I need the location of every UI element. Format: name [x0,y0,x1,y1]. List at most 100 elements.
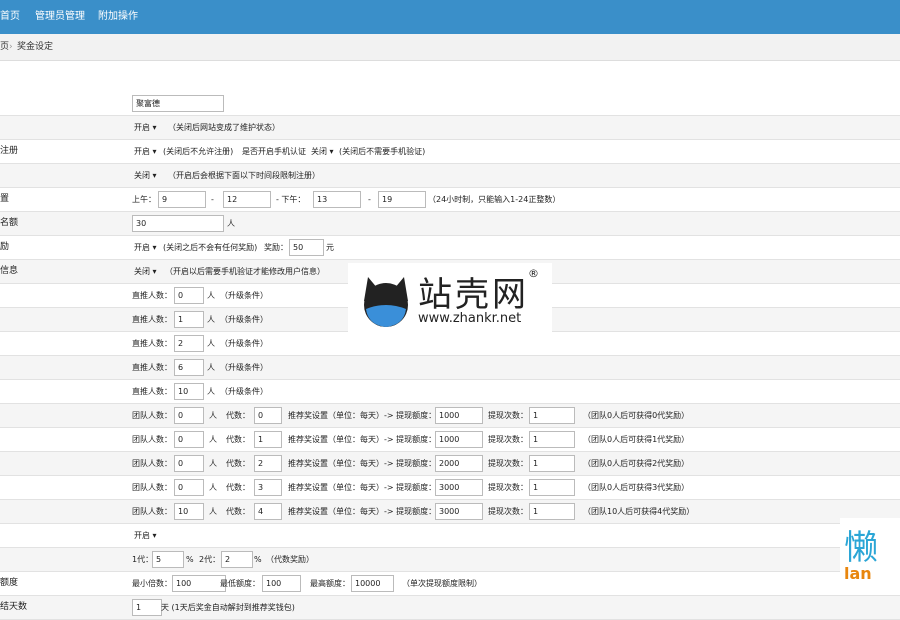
withdraw-times-input[interactable]: 1 [529,407,575,424]
team-label: 团队人数： [132,435,172,444]
generation-input[interactable]: 4 [254,503,282,520]
cat-logo-icon [364,277,408,327]
settings-form: 聚富德 开启 ▾ （关闭后网站变成了维护状态） 注册 开启 ▾ (关闭后不允许注… [0,92,900,620]
gen1-percent: % [186,555,194,564]
watermark-corner: 懒 lan [840,518,900,588]
register-select[interactable]: 开启 ▾ [134,140,157,163]
team-note: （团队10人后可获得4代奖励） [583,507,695,516]
watermark-logo: 站壳网 ® www.zhankr.net [348,263,552,337]
pm-end-input[interactable]: 19 [378,191,426,208]
pm-start-input[interactable]: 13 [313,191,361,208]
team-count-input[interactable]: 0 [174,455,204,472]
withdraw-times-input[interactable]: 1 [529,431,575,448]
row-maintenance: 开启 ▾ （关闭后网站变成了维护状态） [0,116,900,140]
withdraw-amount-input[interactable]: 1000 [435,407,483,424]
direct-label: 直推人数： [132,339,172,348]
breadcrumb: 页 › 奖金设定 [0,34,900,61]
team-count-input[interactable]: 0 [174,407,204,424]
max-amount-input[interactable]: 10000 [351,575,394,592]
settle-days-input[interactable]: 1 [132,599,162,616]
am-start-input[interactable]: 9 [158,191,206,208]
tab-extra-operations[interactable]: 附加操作 [98,0,138,34]
gen2-input[interactable]: 2 [221,551,253,568]
direct-label: 直推人数： [132,387,172,396]
recommend-label: 推荐奖设置（单位：每天）-> 提现额度： [288,459,437,468]
maintenance-note: （关闭后网站变成了维护状态） [168,123,280,132]
breadcrumb-separator: › [9,42,13,52]
row-site-name: 聚富德 [0,92,900,116]
generation-input[interactable]: 1 [254,431,282,448]
direct-note: （升级条件） [220,315,268,324]
tab-home[interactable]: 首页 [0,0,20,34]
reward-amount-input[interactable]: 50 [289,239,324,256]
register-note: (关闭后不允许注册) [163,147,234,156]
direct-count-input[interactable]: 6 [174,359,204,376]
direct-unit: 人 [207,339,215,348]
withdraw-times-input[interactable]: 1 [529,455,575,472]
max-amount-label: 最高额度： [310,579,350,588]
withdraw-times-label: 提现次数： [488,483,528,492]
reward-select[interactable]: 开启 ▾ [134,236,157,259]
row-withdraw: 额度 最小倍数： 100 最低额度： 100 最高额度： 10000 （单次提现… [0,572,900,596]
team-count-input[interactable]: 0 [174,479,204,496]
reward-amount-label: 奖励： [264,243,288,252]
settle-note: 天 (1天后奖金自动解封到推荐奖钱包) [161,603,295,612]
direct-count-input[interactable]: 1 [174,311,204,328]
breadcrumb-current: 奖金设定 [17,42,54,52]
watermark-registered: ® [528,267,539,280]
generation-input[interactable]: 2 [254,455,282,472]
generation-input[interactable]: 0 [254,407,282,424]
team-label: 团队人数： [132,483,172,492]
team-label: 团队人数： [132,411,172,420]
team-switch-select[interactable]: 开启 ▾ [134,524,157,547]
team-count-input[interactable]: 10 [174,503,204,520]
gen2-percent: % [254,555,262,564]
team-unit: 人 [209,435,217,444]
withdraw-times-input[interactable]: 1 [529,503,575,520]
phone-auth-label: 是否开启手机认证 [242,147,306,156]
gen1-input[interactable]: 5 [152,551,184,568]
withdraw-amount-input[interactable]: 3000 [435,479,483,496]
withdraw-amount-input[interactable]: 3000 [435,503,483,520]
row-register: 注册 开启 ▾ (关闭后不允许注册) 是否开启手机认证 关闭 ▾ (关闭后不需要… [0,140,900,164]
phone-auth-note: (关闭后不需要手机验证) [339,147,426,156]
phone-auth-select[interactable]: 关闭 ▾ [311,140,334,163]
breadcrumb-home[interactable]: 页 [0,34,9,60]
quota-input[interactable]: 30 [132,215,224,232]
direct-label: 直推人数： [132,363,172,372]
withdraw-times-input[interactable]: 1 [529,479,575,496]
site-name-input[interactable]: 聚富德 [132,95,224,112]
row-team-switch: 开启 ▾ [0,524,900,548]
generation-input[interactable]: 3 [254,479,282,496]
min-multiple-label: 最小倍数： [132,579,172,588]
row-direct-level-5: 直推人数： 10 人 （升级条件） [0,380,900,404]
direct-note: （升级条件） [220,339,268,348]
info-note: （开启以后需要手机验证才能修改用户信息） [165,267,325,276]
min-multiple-input[interactable]: 100 [172,575,226,592]
team-count-input[interactable]: 0 [174,431,204,448]
row-label: 励 [0,242,10,252]
info-select[interactable]: 关闭 ▾ [134,260,157,283]
generations-note: （代数奖励） [266,555,314,564]
time-limit-note: （开启后会根据下面以下时间段限制注册） [168,171,320,180]
recommend-label: 推荐奖设置（单位：每天）-> 提现额度： [288,507,437,516]
direct-count-input[interactable]: 0 [174,287,204,304]
direct-count-input[interactable]: 2 [174,335,204,352]
top-nav: 首页 管理员管理 附加操作 [0,0,900,34]
maintenance-select[interactable]: 开启 ▾ [134,116,157,139]
withdraw-amount-input[interactable]: 2000 [435,455,483,472]
generation-label: 代数： [226,483,250,492]
recommend-label: 推荐奖设置（单位：每天）-> 提现额度： [288,435,437,444]
row-team-level-2: 团队人数： 0 人 代数： 1 推荐奖设置（单位：每天）-> 提现额度： 100… [0,428,900,452]
withdraw-amount-input[interactable]: 1000 [435,431,483,448]
tab-admin-management[interactable]: 管理员管理 [35,0,85,34]
dash: - [368,195,371,204]
direct-note: （升级条件） [220,291,268,300]
time-limit-select[interactable]: 关闭 ▾ [134,164,157,187]
am-end-input[interactable]: 12 [223,191,271,208]
min-amount-input[interactable]: 100 [262,575,301,592]
direct-count-input[interactable]: 10 [174,383,204,400]
watermark-url: www.zhankr.net [418,311,522,326]
reward-note: (关闭之后不会有任何奖励) [163,243,258,252]
direct-unit: 人 [207,363,215,372]
